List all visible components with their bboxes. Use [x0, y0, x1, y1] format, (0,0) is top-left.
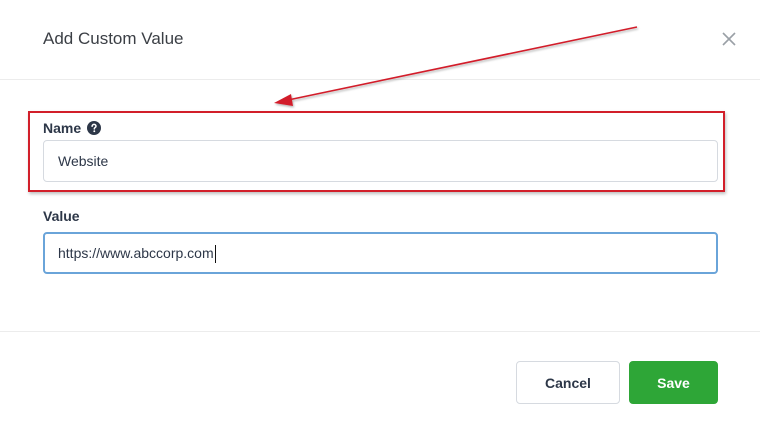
dialog-title: Add Custom Value: [43, 29, 184, 48]
question-circle-icon[interactable]: [87, 121, 102, 135]
cancel-button-label: Cancel: [545, 374, 591, 391]
value-label-row: Value: [43, 208, 80, 224]
close-icon[interactable]: [719, 29, 739, 49]
footer-divider: [0, 331, 760, 332]
dialog-header: Add Custom Value: [0, 0, 760, 80]
save-button[interactable]: Save: [629, 361, 718, 404]
value-label: Value: [43, 208, 80, 224]
cancel-button[interactable]: Cancel: [516, 361, 620, 404]
name-label: Name: [43, 120, 82, 136]
name-input-value: Website: [58, 153, 109, 169]
value-input-value: https://www.abccorp.com: [58, 245, 214, 261]
text-caret: [214, 245, 216, 264]
add-custom-value-dialog: Add Custom Value Name Website Value http…: [0, 0, 760, 429]
name-input[interactable]: Website: [43, 140, 718, 182]
value-input[interactable]: https://www.abccorp.com: [43, 232, 718, 274]
save-button-label: Save: [657, 374, 690, 391]
name-label-row: Name: [43, 120, 102, 136]
